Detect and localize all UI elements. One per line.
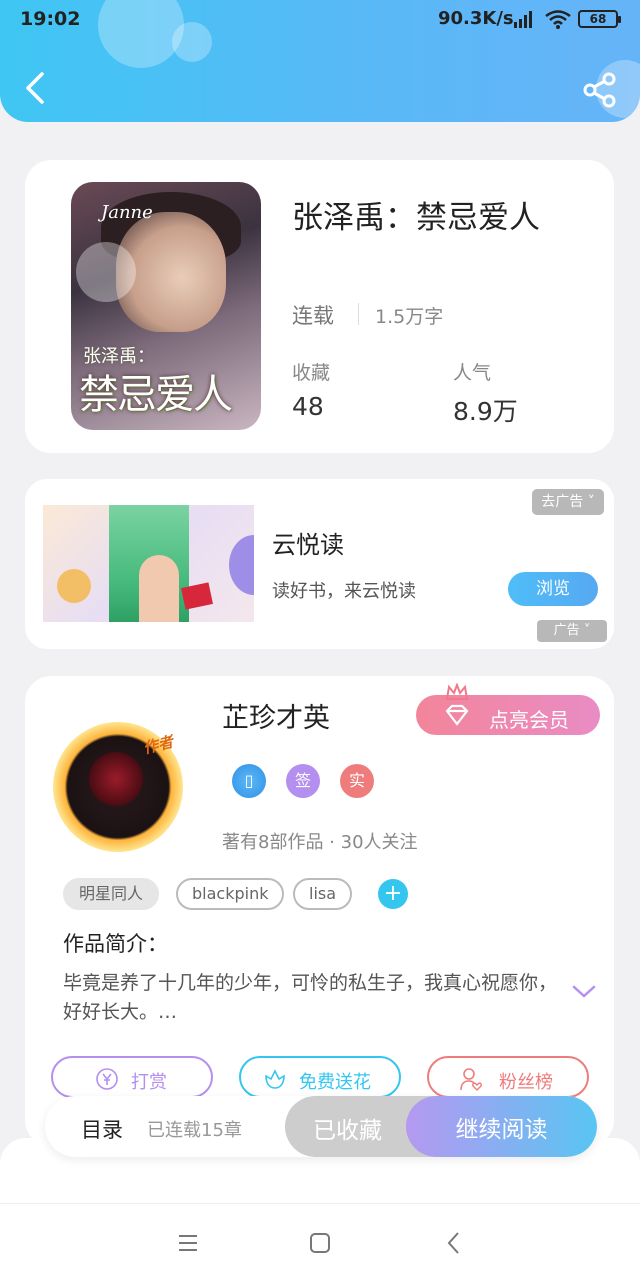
vip-button[interactable]: 点亮会员 <box>416 683 600 735</box>
ad-badge-label: 广告 <box>553 623 580 638</box>
tip-button[interactable]: 打赏 <box>51 1056 213 1098</box>
fans-rank-button[interactable]: 粉丝榜 <box>427 1056 589 1098</box>
bottom-action-bar: 目录 已连载15章 已收藏 继续阅读 <box>45 1096 597 1157</box>
remove-ad-button[interactable]: 去广告 ˅ <box>532 489 604 515</box>
ad-card[interactable]: 云悦读 读好书，来云悦读 浏览 去广告 ˅ 广告 ˅ <box>25 479 614 649</box>
signal-icon <box>514 11 532 28</box>
tag-chip[interactable]: blackpink <box>176 878 285 910</box>
flower-icon <box>265 1069 285 1089</box>
back-nav-icon[interactable] <box>441 1230 467 1256</box>
vip-label: 点亮会员 <box>489 710 569 732</box>
free-flower-button[interactable]: 免费送花 <box>239 1056 401 1098</box>
add-tag-button[interactable]: + <box>378 879 408 909</box>
popularity-label: 人气 <box>453 362 492 384</box>
free-flower-label: 免费送花 <box>299 1072 371 1093</box>
ad-browse-button[interactable]: 浏览 <box>508 572 598 606</box>
back-button[interactable] <box>18 68 54 108</box>
signed-badge-icon: 签 <box>286 764 320 798</box>
home-icon[interactable] <box>307 1230 333 1256</box>
tip-label: 打赏 <box>131 1072 167 1093</box>
system-nav-bar <box>0 1203 640 1280</box>
share-button[interactable] <box>580 70 620 110</box>
book-status: 连载 <box>292 304 334 328</box>
collected-label: 已收藏 <box>313 1117 382 1143</box>
user-heart-icon <box>460 1068 482 1091</box>
ad-decor <box>229 535 254 595</box>
book-title: 张泽禹：禁忌爱人 <box>292 200 540 236</box>
chevron-down-icon[interactable] <box>572 984 596 1000</box>
ad-description: 读好书，来云悦读 <box>272 581 416 602</box>
menu-icon[interactable] <box>175 1230 201 1256</box>
toc-button[interactable]: 目录 <box>81 1114 123 1144</box>
battery-icon: 68 <box>578 10 621 28</box>
remove-ad-label: 去广告 <box>541 494 584 510</box>
ad-decor <box>57 569 91 603</box>
intro-title: 作品简介： <box>63 932 168 956</box>
realname-badge-icon: 实 <box>340 764 374 798</box>
diamond-icon <box>445 704 469 726</box>
fans-rank-label: 粉丝榜 <box>499 1072 553 1093</box>
ad-app-name: 云悦读 <box>272 531 344 559</box>
cover-title-big: 禁忌爱人 <box>79 372 233 418</box>
book-word-count: 1.5万字 <box>375 306 444 328</box>
avatar-rose <box>89 752 143 806</box>
cover-signature: Janne <box>101 202 153 223</box>
cover-glow <box>76 242 136 302</box>
author-card: 作者 芷珍才英 点亮会员 ▯ 签 实 著有8部作品 · 30人关注 明星同人 b… <box>25 676 614 1146</box>
status-net-speed: 90.3K/s <box>438 8 514 29</box>
status-time: 19:02 <box>20 8 81 30</box>
favorites-value: 48 <box>292 392 324 421</box>
book-info-card: Janne 张泽禹： 禁忌爱人 张泽禹：禁忌爱人 连载 1.5万字 收藏 48 … <box>25 160 614 453</box>
author-meta: 著有8部作品 · 30人关注 <box>222 832 418 853</box>
book-cover[interactable]: Janne 张泽禹： 禁忌爱人 <box>71 182 261 430</box>
author-name[interactable]: 芷珍才英 <box>222 696 330 735</box>
tag-chip[interactable]: lisa <box>293 878 353 910</box>
tag-chip[interactable]: 明星同人 <box>63 878 160 910</box>
ad-hand-illustration <box>139 555 179 622</box>
toc-chapter-count[interactable]: 已连载15章 <box>147 1116 242 1142</box>
favorites-label: 收藏 <box>292 362 331 384</box>
red-envelope-icon <box>181 582 213 610</box>
intro-text[interactable]: 毕竟是养了十几年的少年，可怜的私生子，我真心祝愿你，好好长大。… <box>63 969 563 1027</box>
crown-icon <box>445 683 469 700</box>
popularity-value: 8.9万 <box>453 397 518 426</box>
continue-reading-button[interactable]: 继续阅读 <box>406 1096 597 1157</box>
status-bar: 19:02 90.3K/s 68 <box>0 0 640 40</box>
yen-icon <box>96 1068 118 1090</box>
ad-badge[interactable]: 广告 ˅ <box>537 620 607 642</box>
ad-image <box>43 505 254 622</box>
top-header: 19:02 90.3K/s 68 <box>0 0 640 122</box>
divider <box>358 303 359 325</box>
wifi-icon <box>545 10 571 29</box>
phone-verified-icon: ▯ <box>232 764 266 798</box>
